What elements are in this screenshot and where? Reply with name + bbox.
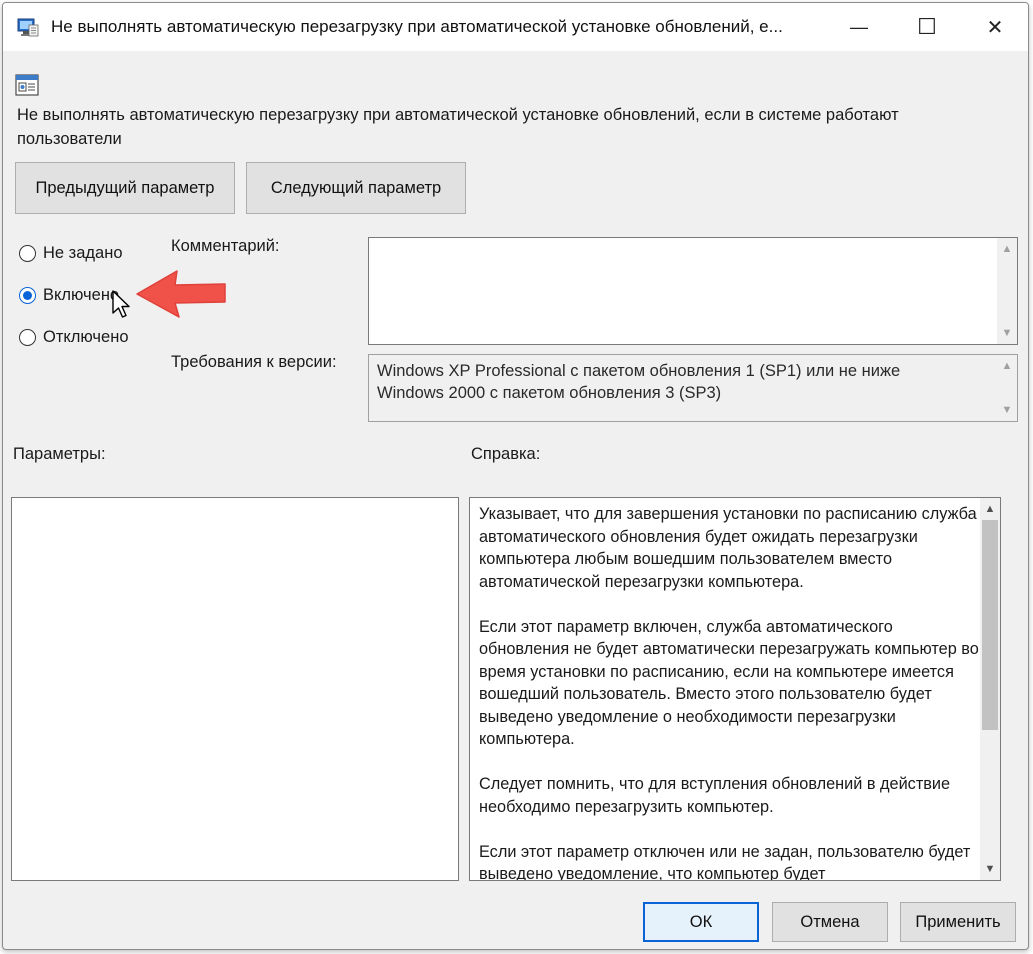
- help-panel[interactable]: Указывает, что для завершения установки …: [469, 497, 1001, 881]
- scroll-down-icon[interactable]: ▼: [997, 401, 1017, 419]
- apply-button[interactable]: Применить: [900, 902, 1016, 942]
- radio-not-configured-label: Не задано: [43, 244, 123, 262]
- help-paragraph: Если этот параметр включен, служба автом…: [479, 617, 979, 749]
- radio-not-configured-circle[interactable]: [19, 245, 36, 262]
- scroll-up-icon[interactable]: ▲: [997, 357, 1017, 375]
- comment-label: Комментарий:: [171, 237, 280, 255]
- scroll-thumb[interactable]: [982, 520, 998, 730]
- policy-name: Не выполнять автоматическую перезагрузку…: [17, 106, 899, 148]
- cancel-button[interactable]: Отмена: [772, 902, 888, 942]
- previous-setting-button[interactable]: Предыдущий параметр: [15, 162, 235, 214]
- scroll-down-icon[interactable]: ▼: [997, 324, 1017, 342]
- group-policy-app-icon: [17, 18, 39, 37]
- mouse-cursor-icon: [112, 290, 130, 318]
- scroll-up-icon[interactable]: ▲: [980, 500, 1000, 518]
- maximize-button[interactable]: ☐: [893, 3, 961, 51]
- help-paragraph: Следует помнить, что для вступления обно…: [479, 775, 951, 816]
- title-bar[interactable]: Не выполнять автоматическую перезагрузку…: [3, 3, 1028, 51]
- close-button[interactable]: ✕: [961, 3, 1028, 51]
- maximize-icon: ☐: [917, 14, 937, 39]
- window-title: Не выполнять автоматическую перезагрузку…: [51, 17, 783, 36]
- radio-enabled-label: Включено: [43, 286, 120, 304]
- radio-enabled[interactable]: Включено: [19, 286, 119, 305]
- comment-textarea[interactable]: ▲ ▼: [368, 237, 1018, 345]
- help-paragraph: Если этот параметр отключен или не задан…: [479, 842, 971, 881]
- version-line-2: Windows 2000 с пакетом обновления 3 (SP3…: [377, 384, 722, 402]
- help-text: Указывает, что для завершения установки …: [479, 503, 979, 881]
- params-panel: [11, 497, 459, 881]
- annotation-arrow-icon: [136, 270, 226, 318]
- version-line-1: Windows XP Professional с пакетом обновл…: [377, 362, 901, 380]
- comment-scrollbar[interactable]: ▲ ▼: [997, 238, 1017, 344]
- version-label: Требования к версии:: [171, 353, 337, 371]
- scroll-up-icon[interactable]: ▲: [997, 240, 1017, 258]
- radio-disabled-label: Отключено: [43, 328, 129, 346]
- help-label: Справка:: [471, 445, 541, 463]
- help-paragraph: Указывает, что для завершения установки …: [479, 505, 977, 591]
- next-setting-button[interactable]: Следующий параметр: [246, 162, 466, 214]
- params-label: Параметры:: [13, 445, 106, 463]
- radio-disabled-circle[interactable]: [19, 329, 36, 346]
- radio-not-configured[interactable]: Не задано: [19, 244, 123, 263]
- scroll-down-icon[interactable]: ▼: [980, 860, 1000, 878]
- version-requirements-box: Windows XP Professional с пакетом обновл…: [368, 354, 1018, 422]
- version-scrollbar[interactable]: ▲ ▼: [997, 355, 1017, 421]
- policy-dialog: Не выполнять автоматическую перезагрузку…: [2, 2, 1029, 950]
- radio-disabled[interactable]: Отключено: [19, 328, 129, 347]
- minimize-icon: —: [850, 16, 868, 37]
- help-scrollbar[interactable]: ▲ ▼: [980, 498, 1000, 880]
- close-icon: ✕: [986, 16, 1004, 39]
- ok-button[interactable]: ОК: [643, 902, 759, 942]
- policy-setting-icon: [15, 74, 39, 96]
- radio-enabled-circle[interactable]: [19, 287, 36, 304]
- minimize-button[interactable]: —: [825, 3, 893, 51]
